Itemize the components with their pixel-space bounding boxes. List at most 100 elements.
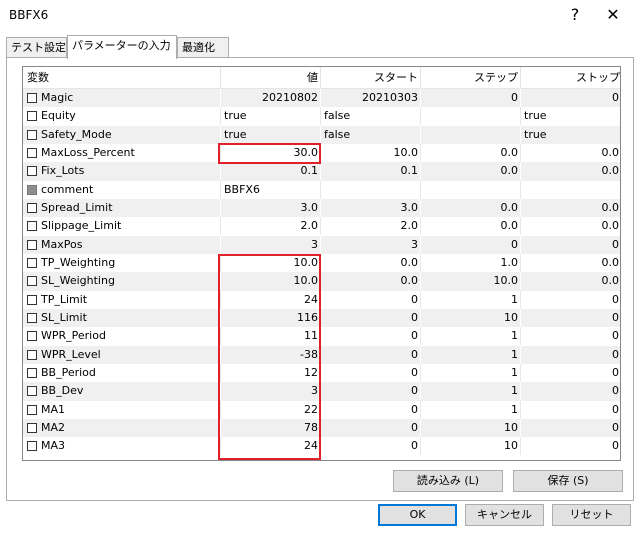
value-cell[interactable]: 10.0 xyxy=(221,272,321,291)
stop-cell[interactable]: 0 xyxy=(521,89,620,107)
optimize-checkbox[interactable] xyxy=(27,111,37,122)
table-row[interactable]: Equity true false true xyxy=(23,107,620,126)
close-icon[interactable]: ✕ xyxy=(598,3,628,27)
optimize-checkbox[interactable] xyxy=(27,331,37,342)
table-row[interactable]: SL_Limit 116 0 10 0 xyxy=(23,308,620,328)
value-cell[interactable]: 3.0 xyxy=(221,198,321,217)
table-row[interactable]: WPR_Level -38 0 1 0 xyxy=(23,345,620,364)
start-cell[interactable]: 0 xyxy=(321,437,421,456)
value-cell[interactable]: 20210802 xyxy=(221,89,321,107)
table-row[interactable]: MA1 22 0 1 0 xyxy=(23,400,620,419)
table-row[interactable]: TP_Limit 24 0 1 0 xyxy=(23,290,620,309)
start-cell[interactable]: 0 xyxy=(321,290,421,309)
stop-cell[interactable]: 0 xyxy=(521,346,620,364)
stop-cell[interactable]: 0.0 xyxy=(521,199,620,217)
table-row[interactable]: Spread_Limit 3.0 3.0 0.0 0.0 xyxy=(23,198,620,218)
start-cell[interactable]: 0 xyxy=(321,363,421,382)
value-cell[interactable]: 11 xyxy=(221,327,321,346)
table-row[interactable]: Magic 20210802 20210303 0 0 xyxy=(23,89,620,108)
optimize-checkbox[interactable] xyxy=(27,239,37,250)
step-cell[interactable]: 1 xyxy=(421,382,521,401)
value-cell[interactable]: 12 xyxy=(221,363,321,382)
tab-parameters[interactable]: パラメーターの入力 xyxy=(67,35,177,59)
table-row[interactable]: Slippage_Limit 2.0 2.0 0.0 0.0 xyxy=(23,217,620,236)
step-cell[interactable]: 10 xyxy=(421,308,521,327)
start-cell[interactable]: 0.0 xyxy=(321,272,421,291)
stop-cell[interactable]: 0 xyxy=(521,309,620,327)
step-cell[interactable] xyxy=(421,180,521,199)
stop-cell[interactable]: 0 xyxy=(521,364,620,382)
start-cell[interactable]: 3.0 xyxy=(321,198,421,217)
start-cell[interactable]: 0 xyxy=(321,382,421,401)
optimize-checkbox[interactable] xyxy=(27,93,37,103)
start-cell[interactable]: false xyxy=(321,125,421,144)
table-row[interactable]: MaxPos 3 3 0 0 xyxy=(23,235,620,254)
stop-cell[interactable]: true xyxy=(521,126,620,144)
header-stop[interactable]: ストップ xyxy=(521,67,620,89)
stop-cell[interactable]: 0.0 xyxy=(521,217,620,235)
table-row[interactable]: MA3 24 0 10 0 xyxy=(23,437,620,456)
value-cell[interactable]: 3 xyxy=(221,382,321,401)
load-button[interactable]: 読み込み (L) xyxy=(393,470,503,492)
header-step[interactable]: ステップ xyxy=(421,67,521,89)
stop-cell[interactable]: 0 xyxy=(521,236,620,254)
start-cell[interactable]: 0.0 xyxy=(321,253,421,272)
optimize-checkbox[interactable] xyxy=(27,349,37,360)
stop-cell[interactable]: true xyxy=(521,107,620,125)
value-cell[interactable]: 2.0 xyxy=(221,217,321,236)
optimize-checkbox[interactable] xyxy=(27,129,37,140)
optimize-checkbox[interactable] xyxy=(27,422,37,433)
step-cell[interactable] xyxy=(421,107,521,126)
stop-cell[interactable]: 0.0 xyxy=(521,162,620,180)
table-row[interactable]: Fix_Lots 0.1 0.1 0.0 0.0 xyxy=(23,162,620,181)
help-icon[interactable]: ? xyxy=(560,3,590,27)
value-cell[interactable]: 22 xyxy=(221,400,321,419)
start-cell[interactable]: 0 xyxy=(321,418,421,437)
value-cell[interactable]: -38 xyxy=(221,345,321,364)
stop-cell[interactable]: 0.0 xyxy=(521,254,620,272)
value-cell[interactable]: true xyxy=(221,125,321,144)
step-cell[interactable]: 10.0 xyxy=(421,272,521,291)
stop-cell[interactable]: 0.0 xyxy=(521,272,620,290)
step-cell[interactable]: 10 xyxy=(421,418,521,437)
stop-cell[interactable]: 0 xyxy=(521,327,620,345)
step-cell[interactable]: 0.0 xyxy=(421,198,521,217)
start-cell[interactable]: 2.0 xyxy=(321,217,421,236)
stop-cell[interactable]: 0 xyxy=(521,437,620,455)
stop-cell[interactable] xyxy=(521,181,620,199)
optimize-checkbox[interactable] xyxy=(27,294,37,305)
ok-button[interactable]: OK xyxy=(378,504,457,526)
step-cell[interactable]: 1 xyxy=(421,345,521,364)
optimize-checkbox[interactable] xyxy=(27,202,37,213)
optimize-checkbox[interactable] xyxy=(27,312,37,323)
step-cell[interactable]: 1.0 xyxy=(421,253,521,272)
value-cell[interactable]: true xyxy=(221,107,321,126)
value-cell[interactable]: 10.0 xyxy=(221,253,321,272)
table-row[interactable]: MA2 78 0 10 0 xyxy=(23,418,620,438)
step-cell[interactable]: 0 xyxy=(421,89,521,107)
start-cell[interactable]: 0 xyxy=(321,345,421,364)
table-row[interactable]: BB_Period 12 0 1 0 xyxy=(23,363,620,382)
optimize-checkbox[interactable] xyxy=(27,184,37,195)
save-button[interactable]: 保存 (S) xyxy=(513,470,623,492)
value-cell[interactable]: BBFX6 xyxy=(221,180,321,199)
start-cell[interactable]: false xyxy=(321,107,421,126)
tab-test-settings[interactable]: テスト設定 xyxy=(6,37,67,58)
start-cell[interactable]: 3 xyxy=(321,235,421,254)
start-cell[interactable]: 0 xyxy=(321,400,421,419)
start-cell[interactable]: 0 xyxy=(321,308,421,327)
table-row[interactable]: comment BBFX6 xyxy=(23,180,620,199)
value-cell[interactable]: 3 xyxy=(221,235,321,254)
stop-cell[interactable]: 0 xyxy=(521,401,620,419)
step-cell[interactable]: 10 xyxy=(421,437,521,456)
stop-cell[interactable]: 0.0 xyxy=(521,144,620,162)
value-cell[interactable]: 0.1 xyxy=(221,162,321,181)
value-cell[interactable]: 24 xyxy=(221,437,321,456)
step-cell[interactable]: 1 xyxy=(421,363,521,382)
stop-cell[interactable]: 0 xyxy=(521,382,620,400)
value-cell[interactable]: 116 xyxy=(221,308,321,327)
start-cell[interactable]: 10.0 xyxy=(321,143,421,162)
step-cell[interactable]: 1 xyxy=(421,290,521,309)
table-row[interactable]: WPR_Period 11 0 1 0 xyxy=(23,327,620,346)
step-cell[interactable]: 0.0 xyxy=(421,217,521,236)
